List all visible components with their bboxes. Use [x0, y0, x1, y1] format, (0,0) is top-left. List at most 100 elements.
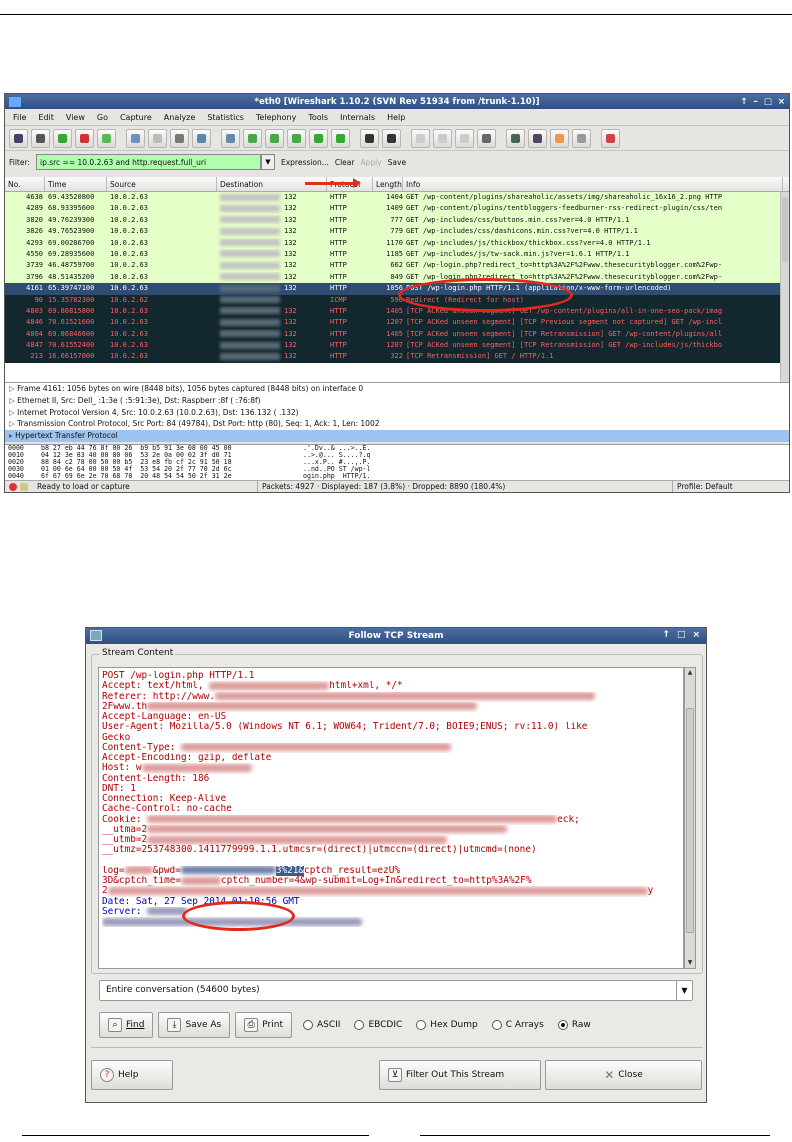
resize-columns-button[interactable]	[477, 128, 496, 148]
capture-options-button[interactable]	[31, 128, 50, 148]
stop-capture-button[interactable]	[75, 128, 94, 148]
help-button[interactable]: ? Help	[91, 1060, 173, 1090]
scroll-up-icon[interactable]: ▲	[685, 668, 695, 678]
column-header-source[interactable]: Source	[107, 177, 217, 191]
capture-filters-button[interactable]	[506, 128, 525, 148]
restart-capture-button[interactable]	[97, 128, 116, 148]
filter-out-stream-button[interactable]: ⊻ Filter Out This Stream	[379, 1060, 541, 1090]
display-filters-button[interactable]	[528, 128, 547, 148]
menu-internals[interactable]: Internals	[340, 113, 375, 122]
go-back-button[interactable]	[243, 128, 262, 148]
detail-row[interactable]: ▷ Internet Protocol Version 4, Src: 10.0…	[5, 407, 789, 419]
packet-list[interactable]: No.TimeSourceDestinationProtocolLengthIn…	[5, 177, 789, 382]
normal-size-button[interactable]	[455, 128, 474, 148]
window-control-0[interactable]: ↑	[740, 97, 747, 107]
dialog-control-2[interactable]: ×	[692, 630, 700, 640]
dialog-control-1[interactable]: □	[677, 630, 686, 640]
scrollbar-thumb[interactable]	[782, 197, 788, 262]
packet-row[interactable]: 4803 69.86815800 10.0.2.63 132 HTTP 1405 [TCP …	[5, 305, 789, 318]
go-forward-button[interactable]	[265, 128, 284, 148]
close-button[interactable]: ✕ Close	[545, 1060, 702, 1090]
menu-analyze[interactable]: Analyze	[164, 113, 196, 122]
packet-row[interactable]: 4161 65.39747100 10.0.2.63 132 HTTP 1056 POST …	[5, 283, 789, 295]
radio-ebcdic[interactable]: EBCDIC	[354, 1020, 402, 1030]
menu-help[interactable]: Help	[387, 113, 405, 122]
menu-view[interactable]: View	[66, 113, 85, 122]
interface-list-button[interactable]	[9, 128, 28, 148]
comments-icon[interactable]	[20, 482, 28, 491]
collapsed-arrow-icon[interactable]: ▷	[9, 396, 17, 405]
window-control-2[interactable]: □	[764, 97, 772, 107]
close-file-button[interactable]	[170, 128, 189, 148]
scroll-down-icon[interactable]: ▼	[685, 958, 695, 968]
radio-circle[interactable]	[491, 1020, 502, 1030]
packet-row[interactable]: 3820 49.76239300 10.0.2.63 132 HTTP 777 GET /w…	[5, 214, 789, 227]
find-packet-button[interactable]	[221, 128, 240, 148]
apply-button[interactable]: Apply	[360, 158, 381, 167]
go-first-button[interactable]	[309, 128, 328, 148]
chevron-down-icon[interactable]: ▼	[676, 981, 692, 1000]
reload-button[interactable]	[192, 128, 211, 148]
menu-capture[interactable]: Capture	[120, 113, 152, 122]
detail-row[interactable]: ▷ Ethernet II, Src: Dell_ :1:3e ( :5:91:…	[5, 395, 789, 407]
preferences-button[interactable]	[572, 128, 591, 148]
radio-c-arrays[interactable]: C Arrays	[491, 1020, 544, 1030]
detail-row[interactable]: ▷ Transmission Control Protocol, Src Por…	[5, 418, 789, 430]
help-button[interactable]	[601, 128, 620, 148]
display-filter-input[interactable]: ip.src == 10.0.2.63 and http.request.ful…	[35, 154, 261, 170]
packet-details-pane[interactable]: ▷ Frame 4161: 1056 bytes on wire (8448 b…	[5, 382, 789, 442]
detail-row[interactable]: ▸ Hypertext Transfer Protocol	[5, 430, 789, 442]
collapsed-arrow-icon[interactable]: ▷	[9, 419, 17, 428]
packet-bytes-pane[interactable]: 0000 b8 27 eb 44 76 8f 00 26 b9 b5 91 3e …	[5, 444, 789, 480]
menu-file[interactable]: File	[13, 113, 26, 122]
save-as-button[interactable]: ⤓ Save As	[158, 1012, 231, 1038]
clear-button[interactable]: Clear	[335, 158, 355, 167]
packet-row[interactable]: 4846 70.61521600 10.0.2.63 132 HTTP 1207 [TCP …	[5, 317, 789, 329]
autoscroll-button[interactable]	[382, 128, 401, 148]
radio-hex-dump[interactable]: Hex Dump	[416, 1020, 478, 1030]
radio-circle[interactable]	[557, 1020, 568, 1030]
expert-info-icon[interactable]	[9, 482, 17, 491]
packet-row[interactable]: 4847 70.61552400 10.0.2.63 132 HTTP 1207 [TCP …	[5, 340, 789, 352]
window-control-3[interactable]: ×	[778, 97, 785, 107]
colorize-button[interactable]	[360, 128, 379, 148]
column-header-time[interactable]: Time	[45, 177, 107, 191]
stream-text-area[interactable]: POST /wp-login.php HTTP/1.1 Accept: text/…	[98, 667, 684, 969]
radio-circle[interactable]	[302, 1020, 313, 1030]
save-filter-button[interactable]: Save	[388, 158, 406, 167]
packet-row[interactable]: 3796 48.51435200 10.0.2.63 132 HTTP 849 GET /w…	[5, 271, 789, 284]
collapsed-arrow-icon[interactable]: ▷	[9, 384, 17, 393]
packet-row[interactable]: 3826 49.76523900 10.0.2.63 132 HTTP 779 GET /w…	[5, 226, 789, 238]
zoom-out-button[interactable]	[433, 128, 452, 148]
packet-row[interactable]: 213 16.66157000 10.0.2.63 132 HTTP 322 [TCP Re…	[5, 351, 789, 363]
expression-button[interactable]: Expression...	[281, 158, 329, 167]
radio-circle[interactable]	[354, 1020, 365, 1030]
profile-text[interactable]: Profile: Default	[673, 481, 737, 493]
dialog-control-0[interactable]: ↑	[662, 630, 670, 640]
zoom-in-button[interactable]	[411, 128, 430, 148]
menu-telephony[interactable]: Telephony	[256, 113, 296, 122]
column-header-info[interactable]: Info	[403, 177, 783, 191]
packet-row[interactable]: 90 15.35782300 10.0.2.62 ICMP 590 Redirect (R…	[5, 294, 789, 306]
packet-row[interactable]: 4804 69.86846600 10.0.2.63 132 HTTP 1405 [TCP …	[5, 328, 789, 341]
start-capture-button[interactable]	[53, 128, 72, 148]
conversation-select[interactable]: Entire conversation (54600 bytes) ▼	[99, 980, 693, 1001]
packet-row[interactable]: 4293 69.00286700 10.0.2.63 132 HTTP 1170 GET /…	[5, 237, 789, 249]
coloring-rules-button[interactable]	[550, 128, 569, 148]
save-file-button[interactable]	[148, 128, 167, 148]
radio-raw[interactable]: Raw	[557, 1020, 591, 1030]
packet-row[interactable]: 3739 46.48759700 10.0.2.63 132 HTTP 662 GET /w…	[5, 260, 789, 272]
go-last-button[interactable]	[331, 128, 350, 148]
hex-row[interactable]: 0040 6f 67 69 6e 2e 70 68 70 20 48 54 54 …	[5, 473, 789, 480]
stream-scrollbar[interactable]: ▲ ▼	[684, 667, 696, 969]
open-file-button[interactable]	[126, 128, 145, 148]
packet-row[interactable]: 4289 68.93395600 10.0.2.63 132 HTTP 1409 GET /…	[5, 203, 789, 215]
packet-row[interactable]: 4550 69.28935600 10.0.2.63 132 HTTP 1185 GET /…	[5, 248, 789, 261]
menu-edit[interactable]: Edit	[38, 113, 54, 122]
packet-row[interactable]: 4638 69.43520800 10.0.2.63 132 HTTP 1404 GET /…	[5, 192, 789, 204]
column-header-length[interactable]: Length	[373, 177, 403, 191]
detail-row[interactable]: ▷ Frame 4161: 1056 bytes on wire (8448 b…	[5, 383, 789, 395]
menu-statistics[interactable]: Statistics	[207, 113, 244, 122]
collapsed-arrow-icon[interactable]: ▷	[9, 408, 17, 417]
print-button[interactable]: ⎙ Print	[235, 1012, 292, 1038]
